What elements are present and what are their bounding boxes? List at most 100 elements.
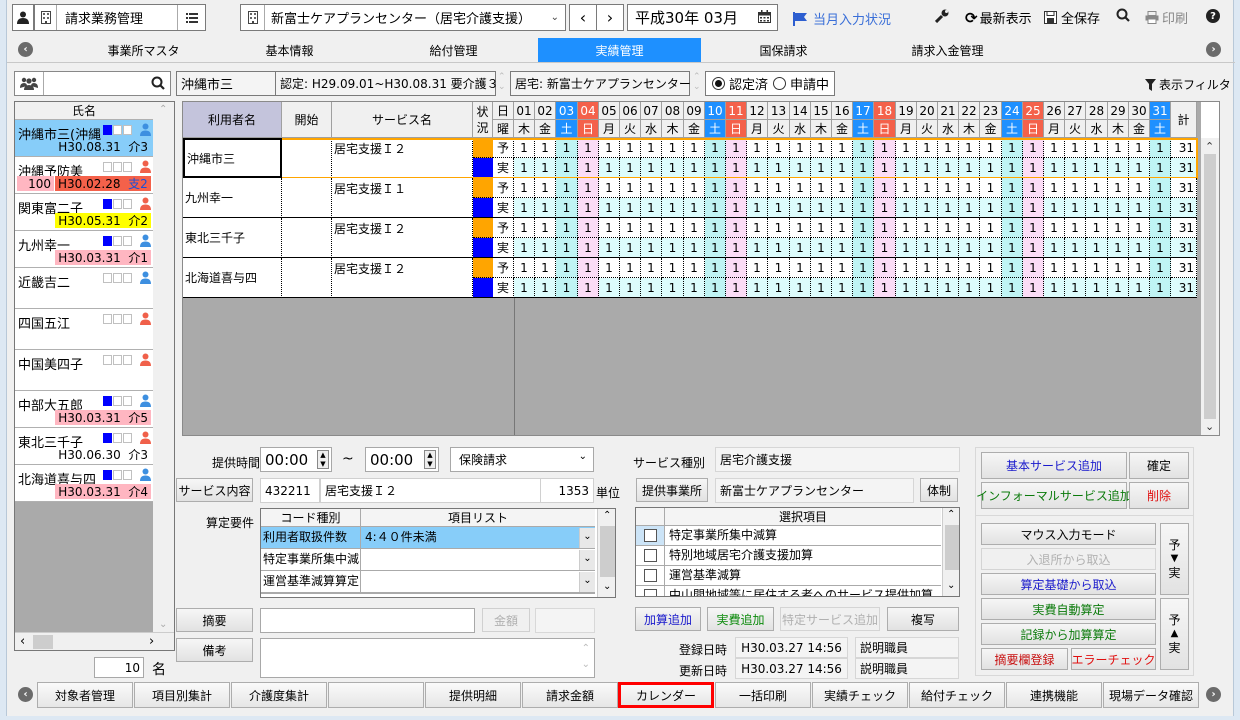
- day-cell[interactable]: 1: [578, 258, 599, 278]
- day-cell[interactable]: 1: [1065, 198, 1086, 218]
- grid-scroll-thumb[interactable]: [1204, 154, 1216, 419]
- day-cell[interactable]: 1: [662, 158, 684, 178]
- day-cell[interactable]: 1: [811, 198, 832, 218]
- day-cell[interactable]: 1: [747, 198, 768, 218]
- user-list-item[interactable]: 関東富二子 H30.05.31 介2: [15, 194, 153, 231]
- day-cell[interactable]: 1: [811, 138, 832, 158]
- day-cell[interactable]: 1: [917, 178, 938, 198]
- day-cell[interactable]: 1: [938, 258, 959, 278]
- day-cell[interactable]: 1: [917, 138, 938, 158]
- grid-start[interactable]: [282, 178, 332, 218]
- day-cell[interactable]: 1: [980, 278, 1002, 298]
- bottom-tab[interactable]: 連携機能: [1006, 682, 1102, 708]
- help-icon[interactable]: ?: [1206, 9, 1220, 23]
- nav-tab[interactable]: 実績管理: [538, 38, 701, 62]
- summary-button[interactable]: 摘要: [176, 608, 253, 632]
- office-select[interactable]: 新富士ケアプランセンター（居宅介護支援） ⌄: [240, 4, 566, 31]
- day-cell[interactable]: 1: [959, 278, 980, 298]
- day-cell[interactable]: 1: [874, 258, 896, 278]
- day-cell[interactable]: 1: [768, 198, 790, 218]
- day-cell[interactable]: 1: [768, 138, 790, 158]
- day-cell[interactable]: 1: [938, 138, 959, 158]
- day-cell[interactable]: 1: [535, 278, 556, 298]
- day-cell[interactable]: 1: [556, 198, 578, 218]
- bottom-tab[interactable]: [328, 682, 424, 708]
- day-cell[interactable]: 1: [874, 238, 896, 258]
- select-item-checkbox[interactable]: [636, 566, 665, 586]
- day-cell[interactable]: 1: [1086, 158, 1108, 178]
- day-cell[interactable]: 1: [896, 178, 917, 198]
- day-cell[interactable]: 1: [1065, 158, 1086, 178]
- day-cell[interactable]: 1: [959, 238, 980, 258]
- time-from-input[interactable]: 00:00 ▲ ▼: [260, 447, 332, 472]
- day-cell[interactable]: 1: [980, 258, 1002, 278]
- day-cell[interactable]: 1: [662, 178, 684, 198]
- radio-applying[interactable]: 申請中: [773, 74, 829, 93]
- grid-user-name[interactable]: 北海道喜与四: [183, 258, 282, 298]
- day-cell[interactable]: 1: [620, 278, 641, 298]
- day-cell[interactable]: 1: [938, 158, 959, 178]
- actual-to-plan-button[interactable]: 予 ▲ 実: [1160, 598, 1189, 670]
- billing-type-select[interactable]: 保険請求 ⌄: [450, 447, 594, 472]
- req-value-select[interactable]: ⌄: [361, 549, 595, 571]
- day-cell[interactable]: 1: [1129, 198, 1150, 218]
- day-cell[interactable]: 1: [874, 178, 896, 198]
- day-cell[interactable]: 1: [832, 218, 853, 238]
- day-cell[interactable]: 1: [1044, 258, 1065, 278]
- day-cell[interactable]: 1: [811, 178, 832, 198]
- import-inout-button[interactable]: 入退所から取込: [981, 548, 1156, 570]
- day-cell[interactable]: 1: [1065, 238, 1086, 258]
- day-cell[interactable]: 1: [832, 158, 853, 178]
- day-cell[interactable]: 1: [726, 278, 747, 298]
- day-cell[interactable]: 1: [1108, 178, 1129, 198]
- day-cell[interactable]: 1: [874, 278, 896, 298]
- user-list-item[interactable]: 四国五江: [15, 309, 153, 350]
- day-cell[interactable]: 1: [684, 178, 705, 198]
- period-picker[interactable]: 平成30年 03月: [627, 4, 778, 31]
- day-cell[interactable]: 1: [917, 218, 938, 238]
- day-cell[interactable]: 1: [641, 138, 662, 158]
- summary-register-button[interactable]: 摘要欄登録: [981, 648, 1068, 670]
- day-cell[interactable]: 1: [1002, 238, 1023, 258]
- day-cell[interactable]: 1: [874, 158, 896, 178]
- day-cell[interactable]: 1: [896, 138, 917, 158]
- plan-to-actual-button[interactable]: 予 ▼ 実: [1160, 523, 1189, 595]
- bottom-tab[interactable]: 一括印刷: [715, 682, 811, 708]
- day-cell[interactable]: 1: [1108, 258, 1129, 278]
- day-cell[interactable]: 1: [811, 258, 832, 278]
- day-cell[interactable]: 1: [514, 278, 535, 298]
- day-cell[interactable]: 1: [662, 218, 684, 238]
- user-list-item[interactable]: 沖縄予防美 100 H30.02.28 支2: [15, 157, 153, 194]
- bottom-tab[interactable]: 対象者管理: [37, 682, 133, 708]
- day-cell[interactable]: 1: [535, 198, 556, 218]
- remarks-textarea[interactable]: ⌃ ⌄: [260, 638, 595, 678]
- settings-button[interactable]: [934, 9, 949, 26]
- grid-start[interactable]: [282, 258, 332, 298]
- day-cell[interactable]: 1: [832, 138, 853, 158]
- day-cell[interactable]: 1: [1150, 218, 1171, 238]
- day-cell[interactable]: 1: [811, 218, 832, 238]
- day-cell[interactable]: 1: [1129, 178, 1150, 198]
- radio-certified[interactable]: 認定済: [712, 74, 768, 93]
- day-cell[interactable]: 1: [1065, 178, 1086, 198]
- req-value-select[interactable]: ⌄: [361, 571, 595, 593]
- day-cell[interactable]: 1: [684, 278, 705, 298]
- day-cell[interactable]: 1: [641, 238, 662, 258]
- day-cell[interactable]: 1: [620, 158, 641, 178]
- day-cell[interactable]: 1: [726, 258, 747, 278]
- day-cell[interactable]: 1: [874, 198, 896, 218]
- day-cell[interactable]: 1: [556, 138, 578, 158]
- import-basis-button[interactable]: 算定基礎から取込: [981, 573, 1156, 595]
- day-cell[interactable]: 1: [811, 158, 832, 178]
- day-cell[interactable]: 1: [620, 198, 641, 218]
- day-cell[interactable]: 1: [853, 238, 874, 258]
- grid-start[interactable]: [282, 218, 332, 258]
- day-cell[interactable]: 1: [705, 218, 726, 238]
- day-cell[interactable]: 1: [790, 178, 811, 198]
- day-cell[interactable]: 1: [578, 138, 599, 158]
- select-item-checkbox[interactable]: [636, 586, 665, 596]
- grid-user-name[interactable]: 東北三千子: [183, 218, 282, 258]
- day-cell[interactable]: 1: [514, 238, 535, 258]
- grid-service-name[interactable]: 居宅支援Ｉ２: [332, 258, 473, 298]
- day-cell[interactable]: 1: [1065, 138, 1086, 158]
